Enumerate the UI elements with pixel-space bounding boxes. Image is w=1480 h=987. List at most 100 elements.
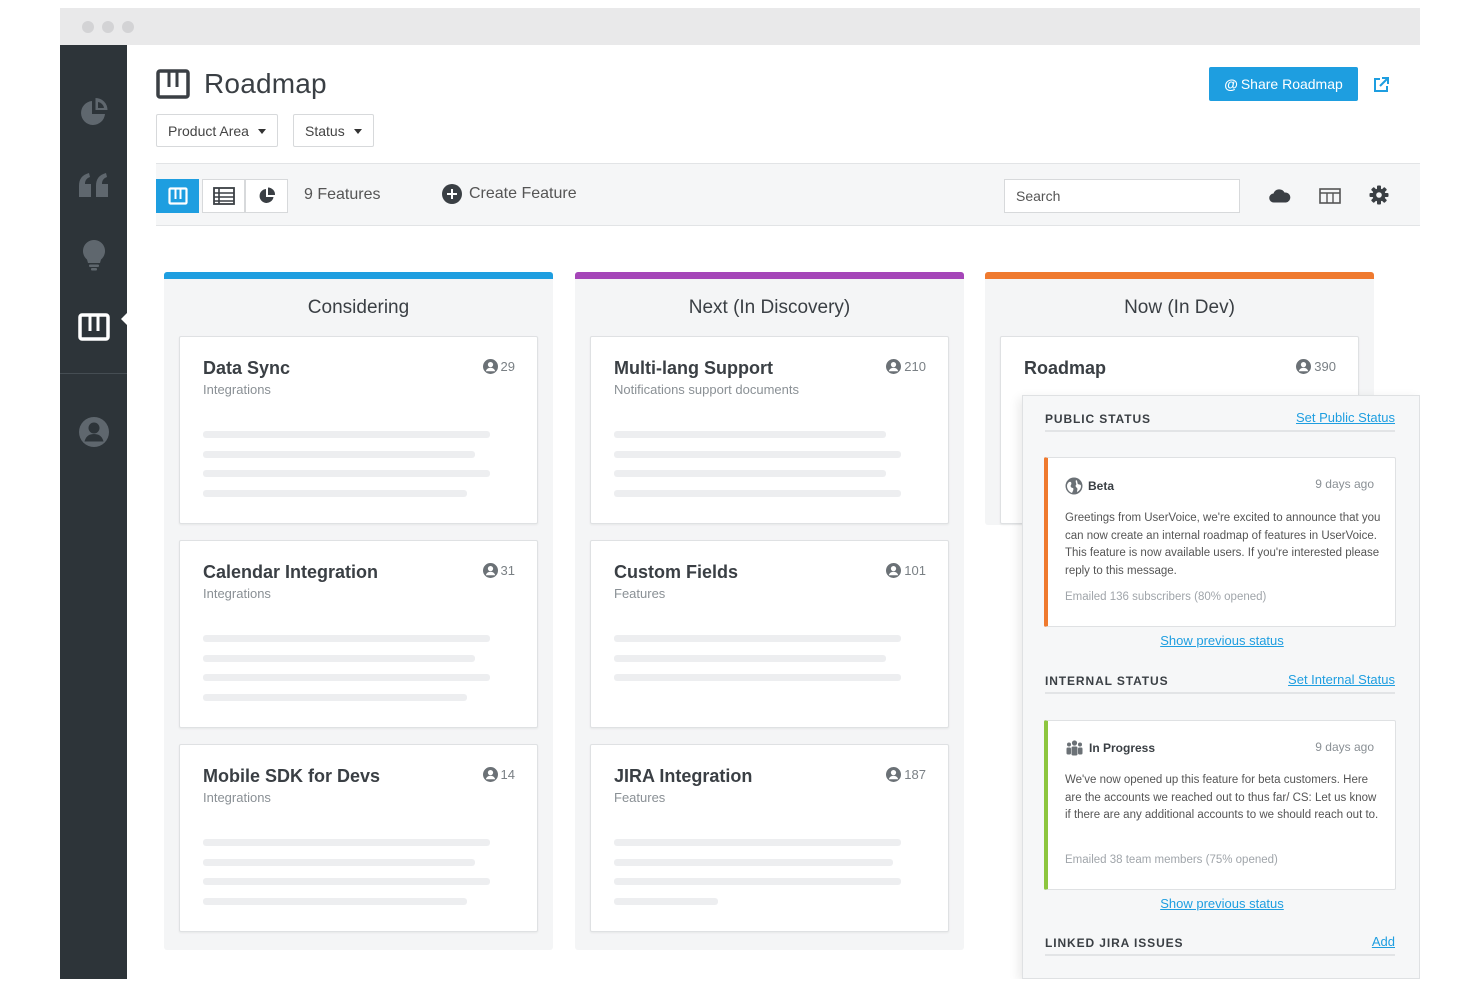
- user-icon: [78, 417, 109, 447]
- feature-category: Features: [614, 586, 666, 601]
- vote-count: 14: [482, 767, 515, 782]
- sidebar-divider: [60, 373, 127, 374]
- lightbulb-icon: [82, 239, 105, 271]
- filter-label: Product Area: [168, 122, 249, 139]
- column-color-bar: [985, 272, 1374, 279]
- vote-count-value: 187: [904, 767, 926, 782]
- placeholder-line: [614, 451, 901, 458]
- column-color-bar: [164, 272, 553, 279]
- external-link-icon[interactable]: [1372, 76, 1390, 99]
- columns-icon[interactable]: [1319, 188, 1341, 209]
- placeholder-line: [203, 451, 475, 458]
- show-previous-internal-status-link[interactable]: Show previous status: [1023, 896, 1420, 911]
- filter-label: Status: [305, 122, 345, 139]
- user-icon: [886, 563, 902, 578]
- share-roadmap-button[interactable]: @ Share Roadmap: [1209, 67, 1358, 101]
- show-previous-public-status-link[interactable]: Show previous status: [1023, 633, 1420, 648]
- board-view-button[interactable]: [156, 179, 199, 213]
- feature-category: Integrations: [203, 790, 271, 805]
- placeholder-line: [614, 839, 901, 846]
- pie-chart-icon: [80, 98, 107, 125]
- roadmap-icon: [77, 313, 110, 341]
- placeholder-line: [614, 859, 893, 866]
- status-time: 9 days ago: [1315, 740, 1374, 754]
- column-next: Next (In Discovery) Multi-lang Support N…: [575, 272, 964, 950]
- window-minimize-dot[interactable]: [102, 21, 114, 33]
- column-title: Now (In Dev): [1124, 297, 1235, 318]
- placeholder-line: [203, 878, 490, 885]
- page-title: Roadmap: [204, 68, 327, 99]
- vote-count: 210: [886, 359, 926, 374]
- feature-card[interactable]: JIRA Integration Features 187: [590, 744, 949, 932]
- sidebar-item-analytics[interactable]: [60, 87, 127, 137]
- status-time: 9 days ago: [1315, 477, 1374, 491]
- vote-count-value: 101: [904, 563, 926, 578]
- feature-title: Custom Fields: [614, 562, 739, 582]
- caret-down-icon: [257, 129, 266, 134]
- placeholder-line: [203, 839, 490, 846]
- feature-title: Mobile SDK for Devs: [203, 766, 381, 786]
- window-maximize-dot[interactable]: [122, 21, 134, 33]
- share-roadmap-label: Share Roadmap: [1240, 76, 1343, 92]
- vote-count-value: 29: [500, 359, 515, 374]
- sidebar-item-roadmap[interactable]: [60, 302, 127, 352]
- status-detail-panel: PUBLIC STATUS Set Public Status Beta 9 d…: [1022, 395, 1420, 979]
- placeholder-line: [614, 898, 718, 905]
- user-icon: [482, 767, 498, 782]
- internal-status-card: In Progress 9 days ago We've now opened …: [1044, 720, 1396, 890]
- status-name: In Progress: [1089, 741, 1156, 755]
- feature-card[interactable]: Calendar Integration Integrations 31: [179, 540, 538, 728]
- status-filter[interactable]: Status: [293, 114, 374, 147]
- vote-count: 187: [886, 767, 926, 782]
- app-window: Roadmap Product Area Status @ Share Road…: [60, 8, 1420, 979]
- sidebar-item-feedback[interactable]: [60, 160, 127, 210]
- board-view-icon: [167, 187, 188, 205]
- feature-category: Integrations: [203, 382, 271, 397]
- cloud-icon[interactable]: [1269, 189, 1291, 208]
- placeholder-line: [614, 635, 901, 642]
- status-message: Greetings from UserVoice, we're excited …: [1065, 512, 1381, 578]
- placeholder-line: [203, 859, 475, 866]
- placeholder-line: [614, 431, 886, 438]
- placeholder-line: [203, 470, 490, 477]
- set-internal-status-link[interactable]: Set Internal Status: [1288, 672, 1395, 687]
- features-count: 9 Features: [304, 186, 381, 203]
- placeholder-line: [614, 490, 901, 497]
- product-area-filter[interactable]: Product Area: [156, 114, 278, 147]
- status-heading: In Progress: [1065, 740, 1155, 756]
- column-considering: Considering Data Sync Integrations 29 Ca…: [164, 272, 553, 950]
- feature-card[interactable]: Mobile SDK for Devs Integrations 14: [179, 744, 538, 932]
- sidebar: [60, 45, 128, 979]
- create-feature-button[interactable]: Create Feature: [442, 184, 577, 204]
- roadmap-icon: [156, 69, 190, 99]
- search-input[interactable]: [1004, 179, 1240, 213]
- feature-category: Features: [614, 790, 666, 805]
- gear-icon[interactable]: [1369, 185, 1389, 210]
- feature-card[interactable]: Custom Fields Features 101: [590, 540, 949, 728]
- placeholder-line: [203, 490, 467, 497]
- sidebar-item-ideas[interactable]: [60, 230, 127, 280]
- vote-count-value: 390: [1314, 359, 1336, 374]
- section-label: LINKED JIRA ISSUES: [1045, 936, 1184, 950]
- sidebar-item-account[interactable]: [60, 407, 127, 457]
- list-view-icon: [212, 187, 235, 205]
- feature-card[interactable]: Data Sync Integrations 29: [179, 336, 538, 524]
- plus-circle-icon: [442, 184, 462, 204]
- quote-icon: [78, 173, 108, 197]
- add-jira-issue-link[interactable]: Add: [1372, 934, 1395, 949]
- list-view-button[interactable]: [202, 179, 245, 213]
- feature-title: Data Sync: [203, 358, 291, 378]
- column-title: Considering: [307, 297, 410, 318]
- pie-chart-icon: [259, 187, 275, 203]
- roadmap-toolbar: 9 Features Create Feature: [156, 163, 1420, 226]
- vote-count: 31: [482, 563, 515, 578]
- window-close-dot[interactable]: [82, 21, 94, 33]
- chart-view-button[interactable]: [245, 179, 288, 213]
- feature-card[interactable]: Multi-lang Support Notifications support…: [590, 336, 949, 524]
- set-public-status-link[interactable]: Set Public Status: [1296, 410, 1395, 425]
- linked-jira-header: LINKED JIRA ISSUES Add: [1045, 934, 1395, 956]
- vote-count-value: 210: [904, 359, 926, 374]
- globe-icon: [1065, 477, 1083, 495]
- feature-title: JIRA Integration: [614, 766, 753, 786]
- feature-category: Notifications support documents: [614, 382, 799, 397]
